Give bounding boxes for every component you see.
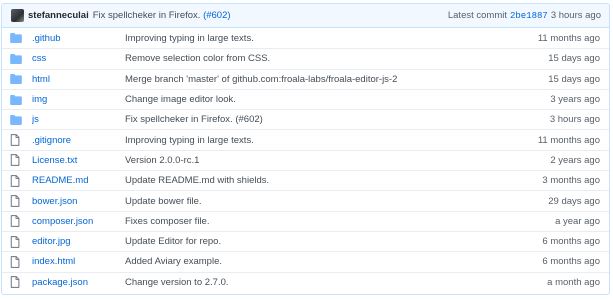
file-row: composer.json Fixes composer file. a year …	[2, 210, 609, 231]
file-commit-message-link[interactable]: Remove selection color from CSS.	[125, 53, 510, 64]
file-commit-message-link[interactable]: Improving typing in large texts.	[125, 135, 510, 146]
file-row: index.html Added Aviary example. 6 months …	[2, 251, 609, 271]
file-age: 6 months ago	[542, 256, 600, 268]
file-name-link[interactable]: README.md	[32, 175, 125, 186]
file-icon	[2, 276, 32, 289]
file-commit-message-link[interactable]: Fixes composer file.	[125, 216, 510, 227]
file-row: css Remove selection color from CSS. 15 da…	[2, 48, 609, 68]
file-icon	[2, 235, 32, 248]
file-commit-message-link[interactable]: Change image editor look.	[125, 94, 510, 105]
file-name-link[interactable]: bower.json	[32, 196, 125, 207]
file-row: editor.jpg Update Editor for repo. 6 month…	[2, 230, 609, 251]
file-name-link[interactable]: .gitignore	[32, 135, 125, 146]
file-age: a year ago	[555, 215, 600, 227]
file-name-link[interactable]: css	[32, 53, 125, 64]
file-icon	[2, 174, 32, 187]
file-name-link[interactable]: composer.json	[32, 216, 125, 227]
file-commit-message-link[interactable]: Version 2.0.0-rc.1	[125, 155, 510, 166]
file-commit-message-link[interactable]: Update Editor for repo.	[125, 236, 510, 247]
file-age: 29 days ago	[548, 195, 600, 207]
file-commit-message-link[interactable]: Added Aviary example.	[125, 256, 510, 267]
commit-age: 3 hours ago	[550, 10, 601, 21]
folder-icon	[2, 53, 32, 64]
file-age: 3 months ago	[542, 175, 600, 187]
file-row: package.json Change version to 2.7.0. a mo…	[2, 271, 609, 292]
latest-commit-bar: stefanneculai Fix spellcheker in Firefox…	[2, 4, 609, 28]
file-commit-message-link[interactable]: Merge branch 'master' of github.com:froa…	[125, 74, 510, 85]
file-name-link[interactable]: js	[32, 114, 125, 125]
file-row: .github Improving typing in large texts. 1…	[2, 28, 609, 48]
file-age: 15 days ago	[548, 53, 600, 65]
file-browser: stefanneculai Fix spellcheker in Firefox…	[1, 3, 610, 295]
file-name-link[interactable]: editor.jpg	[32, 236, 125, 247]
commit-sha-link[interactable]: 2be1887	[510, 11, 548, 21]
file-commit-message-link[interactable]: Improving typing in large texts.	[125, 33, 510, 44]
file-name-link[interactable]: License.txt	[32, 155, 125, 166]
file-age: 6 months ago	[542, 236, 600, 248]
folder-icon	[2, 94, 32, 105]
file-name-link[interactable]: .github	[32, 33, 125, 44]
file-row: bower.json Update bower file. 29 days ago	[2, 190, 609, 210]
file-row: js Fix spellcheker in Firefox. (#602) 3 ho…	[2, 109, 609, 129]
file-name-link[interactable]: package.json	[32, 277, 125, 288]
latest-commit-label: Latest commit	[447, 10, 507, 21]
file-icon	[2, 134, 32, 147]
commit-message-text[interactable]: Fix spellcheker in Firefox.	[93, 10, 201, 21]
file-age: 11 months ago	[537, 32, 600, 44]
file-icon	[2, 256, 32, 268]
file-commit-message-link[interactable]: Update bower file.	[125, 196, 510, 207]
file-row: img Change image editor look. 3 years ago	[2, 88, 609, 109]
file-name-link[interactable]: html	[32, 74, 125, 85]
file-icon	[2, 215, 32, 228]
file-icon	[2, 154, 32, 167]
file-age: 2 years ago	[550, 154, 600, 166]
avatar[interactable]	[11, 9, 24, 22]
file-icon	[2, 195, 32, 207]
file-row: html Merge branch 'master' of github.com:…	[2, 68, 609, 89]
file-name-link[interactable]: index.html	[32, 256, 125, 267]
file-age: 3 hours ago	[549, 114, 600, 126]
file-age: 11 months ago	[537, 134, 600, 146]
commit-message: Fix spellcheker in Firefox. (#602)	[93, 10, 231, 21]
file-commit-message-link[interactable]: Fix spellcheker in Firefox. (#602)	[125, 114, 510, 125]
file-age: 15 days ago	[548, 73, 600, 85]
file-age: 3 years ago	[550, 94, 600, 106]
folder-icon	[2, 33, 32, 44]
commit-pr-link[interactable]: (#602)	[203, 10, 230, 21]
file-name-link[interactable]: img	[32, 94, 125, 105]
file-commit-message-link[interactable]: Update README.md with shields.	[125, 175, 510, 186]
file-row: README.md Update README.md with shields. 3…	[2, 170, 609, 190]
file-age: a month ago	[547, 276, 600, 288]
file-commit-message-link[interactable]: Change version to 2.7.0.	[125, 277, 510, 288]
folder-icon	[2, 114, 32, 125]
file-list: .github Improving typing in large texts. 1…	[2, 28, 609, 292]
file-row: .gitignore Improving typing in large text…	[2, 129, 609, 149]
file-row: License.txt Version 2.0.0-rc.1 2 years ago	[2, 149, 609, 170]
folder-icon	[2, 74, 32, 85]
commit-author-link[interactable]: stefanneculai	[28, 10, 89, 21]
